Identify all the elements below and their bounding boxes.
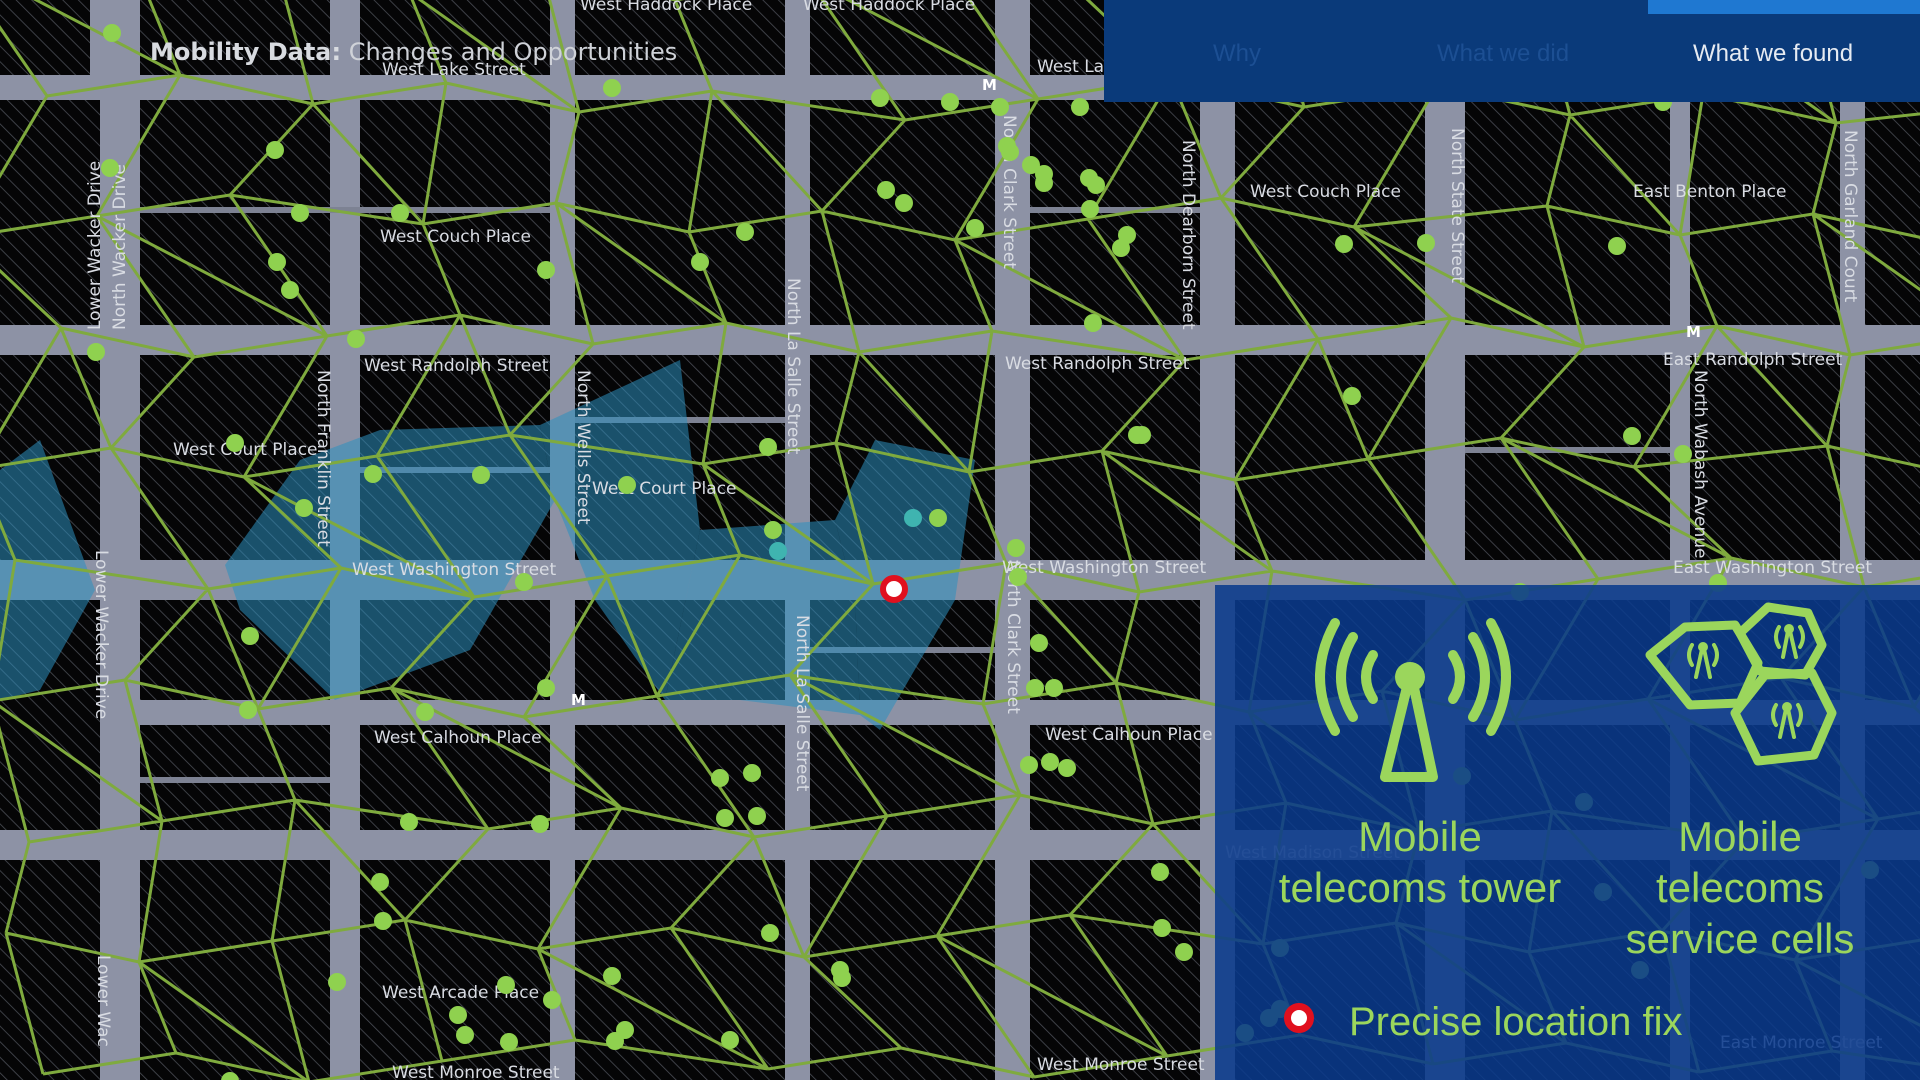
street-label: East Washington Street — [1673, 558, 1872, 578]
radio-tower-icon — [1315, 618, 1511, 782]
cells-legend-label: Mobile telecoms service cells — [1625, 813, 1855, 962]
street-label: West Calhoun Place — [374, 728, 542, 748]
street-label: West Washington Street — [1002, 558, 1206, 578]
street-label: North Wabash Avenue — [1690, 370, 1710, 559]
street-label: Lower Wacker Drive — [91, 550, 111, 719]
street-label: North State Street — [1447, 128, 1467, 283]
street-label: North La Salle Street — [783, 278, 803, 455]
street-label: West Arcade Place — [382, 983, 539, 1003]
service-cells-icon — [1645, 602, 1837, 766]
street-label: North Dearborn Street — [1178, 140, 1198, 330]
street-label: West Monroe Street — [392, 1063, 560, 1080]
street-label: North Garland Court — [1840, 130, 1860, 303]
street-label: West Court Place — [173, 440, 318, 460]
street-label: West Randolph Street — [364, 356, 549, 376]
street-label: West Couch Place — [380, 227, 531, 247]
street-label: Lower Wacker Drive — [85, 161, 105, 330]
street-label: North La Salle Street — [792, 615, 812, 792]
top-navigation: Why What we did What we found — [1104, 0, 1920, 102]
street-label: East Benton Place — [1633, 182, 1786, 202]
map-legend: Mobile telecoms tower Mobile telecoms se… — [1215, 585, 1920, 1080]
active-tab-indicator — [1648, 0, 1920, 14]
street-label: West Monroe Street — [1037, 1055, 1205, 1075]
street-label: West Haddock Place — [803, 0, 975, 15]
street-label: East Randolph Street — [1663, 350, 1843, 370]
location-fix-legend-label: Precise location fix — [1349, 1000, 1683, 1044]
street-label: North Wacker Drive — [110, 164, 130, 330]
street-label: Lower Wac — [93, 955, 113, 1047]
street-label: North Wells Street — [573, 370, 593, 525]
page-title: Mobility Data: Changes and Opportunities — [150, 38, 678, 66]
street-label: West Calhoun Place — [1045, 725, 1213, 745]
tab-why[interactable]: Why — [1213, 40, 1261, 68]
tower-legend-label: Mobile telecoms tower — [1278, 813, 1562, 911]
station-marker: M — [1686, 323, 1701, 341]
tab-what-we-found[interactable]: What we found — [1693, 40, 1853, 68]
street-label: West Court Place — [592, 479, 737, 499]
location-fix-icon — [1284, 1003, 1314, 1033]
station-marker: M — [982, 76, 997, 94]
location-fix-marker — [880, 575, 908, 603]
street-label: West Haddock Place — [580, 0, 752, 15]
station-marker: M — [571, 691, 586, 709]
street-label: West Randolph Street — [1005, 354, 1190, 374]
street-label: West Couch Place — [1250, 182, 1401, 202]
tab-what-we-did[interactable]: What we did — [1437, 40, 1569, 68]
